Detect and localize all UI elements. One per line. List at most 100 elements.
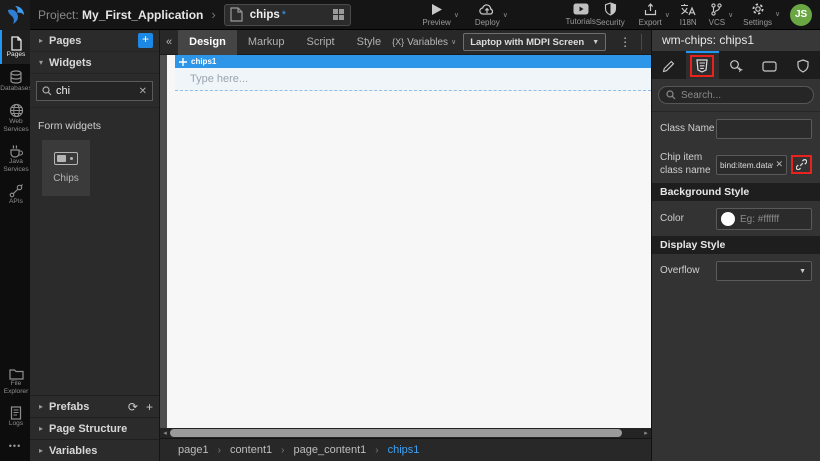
scrollbar-thumb[interactable]	[170, 429, 622, 437]
breadcrumb-page1[interactable]: page1	[178, 444, 209, 456]
user-avatar[interactable]: JS	[790, 4, 812, 26]
scroll-left-icon[interactable]: ◂	[160, 429, 170, 437]
chips1-input-area[interactable]: Type here...	[175, 68, 651, 91]
export-icon	[644, 3, 657, 16]
rail-item-file-explorer[interactable]: File Explorer	[0, 362, 30, 400]
canvas-horizontal-scrollbar[interactable]: ◂ ▸	[160, 428, 651, 438]
design-viewport: chips1 Type here... ◂ ▸	[160, 55, 651, 438]
add-prefab-icon[interactable]: +	[146, 400, 153, 414]
variables-accordion-label: Variables	[49, 445, 97, 457]
log-file-icon	[10, 406, 22, 420]
page-structure-accordion[interactable]: ▸ Page Structure	[30, 417, 159, 439]
preview-caret-icon[interactable]: ∨	[454, 11, 459, 19]
api-connector-icon	[9, 184, 23, 198]
grid-view-icon[interactable]	[332, 8, 345, 21]
add-page-button[interactable]: +	[138, 33, 153, 48]
project-label: Project:	[38, 8, 79, 22]
widget-search[interactable]: ✕	[36, 81, 153, 101]
widget-search-input[interactable]	[56, 85, 139, 97]
breadcrumb-separator: ›	[218, 445, 221, 456]
refresh-prefabs-icon[interactable]: ⟳	[128, 400, 138, 414]
tab-style[interactable]: Style	[346, 30, 392, 55]
export-label: Export	[639, 19, 662, 27]
settings-button[interactable]: Settings	[743, 2, 772, 27]
widgets-accordion[interactable]: ▾ Widgets	[30, 52, 159, 74]
breadcrumb-page-content1[interactable]: page_content1	[293, 444, 366, 456]
cloud-upload-icon	[479, 3, 495, 16]
canvas-more-menu[interactable]: ⋮	[613, 39, 637, 45]
chips-widget-icon	[54, 152, 78, 165]
tutorials-label: Tutorials	[565, 18, 595, 26]
pencil-icon	[662, 60, 675, 73]
clear-binding-icon[interactable]: ✕	[775, 159, 783, 170]
tab-script[interactable]: Script	[296, 30, 346, 55]
wavemaker-logo[interactable]	[0, 0, 30, 30]
bind-link-icon[interactable]	[796, 159, 807, 170]
export-button[interactable]: Export	[639, 3, 662, 27]
chip-item-class-label: Chip item class name	[660, 152, 716, 177]
tab-design[interactable]: Design	[178, 30, 237, 55]
security-button[interactable]: Security	[596, 2, 625, 27]
tab-security[interactable]	[786, 51, 820, 79]
pages-accordion[interactable]: ▸ Pages +	[30, 30, 159, 52]
variables-accordion[interactable]: ▸ Variables	[30, 439, 159, 461]
overflow-select[interactable]: ▼	[716, 261, 812, 281]
deploy-caret-icon[interactable]: ∨	[503, 11, 508, 19]
preview-button[interactable]: Preview	[422, 3, 450, 27]
class-name-input[interactable]	[716, 119, 812, 139]
pages-accordion-label: Pages	[49, 35, 81, 47]
tab-markup[interactable]: Markup	[237, 30, 296, 55]
export-caret-icon[interactable]: ∨	[665, 11, 670, 19]
display-style-section[interactable]: Display Style	[652, 236, 820, 254]
rail-label: APIs	[9, 198, 23, 206]
tutorials-button[interactable]: Tutorials	[565, 3, 595, 26]
clear-search-icon[interactable]: ✕	[139, 86, 147, 97]
wavemaker-logo-icon	[5, 5, 25, 25]
tab-events[interactable]	[719, 51, 753, 79]
rail-item-pages[interactable]: Pages	[0, 30, 30, 64]
i18n-button[interactable]: I18N	[680, 3, 697, 27]
tab-styles[interactable]	[686, 51, 720, 79]
open-page-tab[interactable]: chips *	[224, 4, 351, 26]
vcs-button[interactable]: VCS	[709, 3, 725, 27]
properties-search-input[interactable]	[681, 90, 806, 101]
deploy-label: Deploy	[475, 19, 500, 27]
chips-widget-label: Chips	[53, 173, 79, 184]
chips-widget-card[interactable]: Chips	[42, 140, 90, 196]
settings-caret-icon[interactable]: ∨	[775, 10, 780, 18]
deploy-button[interactable]: Deploy	[475, 3, 500, 27]
breadcrumb-content1[interactable]: content1	[230, 444, 272, 456]
rail-item-databases[interactable]: Databases	[0, 64, 30, 98]
breadcrumb-separator: ›	[281, 445, 284, 456]
chip-item-class-input[interactable]: bind:item.datavalue.d ✕	[716, 155, 787, 175]
overflow-row: Overflow ▼	[652, 254, 820, 287]
scroll-right-icon[interactable]: ▸	[641, 429, 651, 437]
color-swatch[interactable]	[721, 212, 735, 226]
collapse-left-panel-button[interactable]: «	[160, 36, 178, 48]
chips1-selection-header[interactable]: chips1	[175, 55, 651, 68]
rail-item-java-services[interactable]: Java Services	[0, 138, 30, 178]
rail-more-button[interactable]: •••	[0, 433, 30, 461]
vcs-caret-icon[interactable]: ∨	[728, 11, 733, 19]
chips1-widget[interactable]: chips1 Type here...	[175, 55, 651, 91]
color-input[interactable]	[740, 214, 807, 225]
rail-item-web-services[interactable]: Web Services	[0, 97, 30, 138]
properties-search[interactable]	[658, 86, 814, 104]
prefabs-accordion[interactable]: ▸ Prefabs ⟳ +	[30, 395, 159, 417]
tab-properties[interactable]	[652, 51, 686, 79]
page-canvas[interactable]: chips1 Type here...	[167, 55, 651, 428]
rail-item-apis[interactable]: APIs	[0, 178, 30, 211]
chips1-placeholder: Type here...	[190, 73, 248, 85]
form-widgets-heading: Form widgets	[38, 120, 159, 132]
breadcrumb-chips1[interactable]: chips1	[388, 444, 420, 456]
coffee-cup-icon	[9, 144, 24, 158]
project-breadcrumb[interactable]: Project: My_First_Application	[38, 8, 203, 22]
color-field[interactable]	[716, 208, 812, 230]
background-style-section[interactable]: Background Style	[652, 183, 820, 201]
rail-item-logs[interactable]: Logs	[0, 400, 30, 433]
variables-dropdown[interactable]: {X} Variables ∨	[392, 37, 456, 48]
caret-down-icon: ▼	[799, 268, 806, 275]
globe-icon	[9, 103, 24, 118]
tab-device[interactable]	[753, 51, 787, 79]
device-selector[interactable]: Laptop with MDPI Screen ▼	[463, 33, 606, 51]
